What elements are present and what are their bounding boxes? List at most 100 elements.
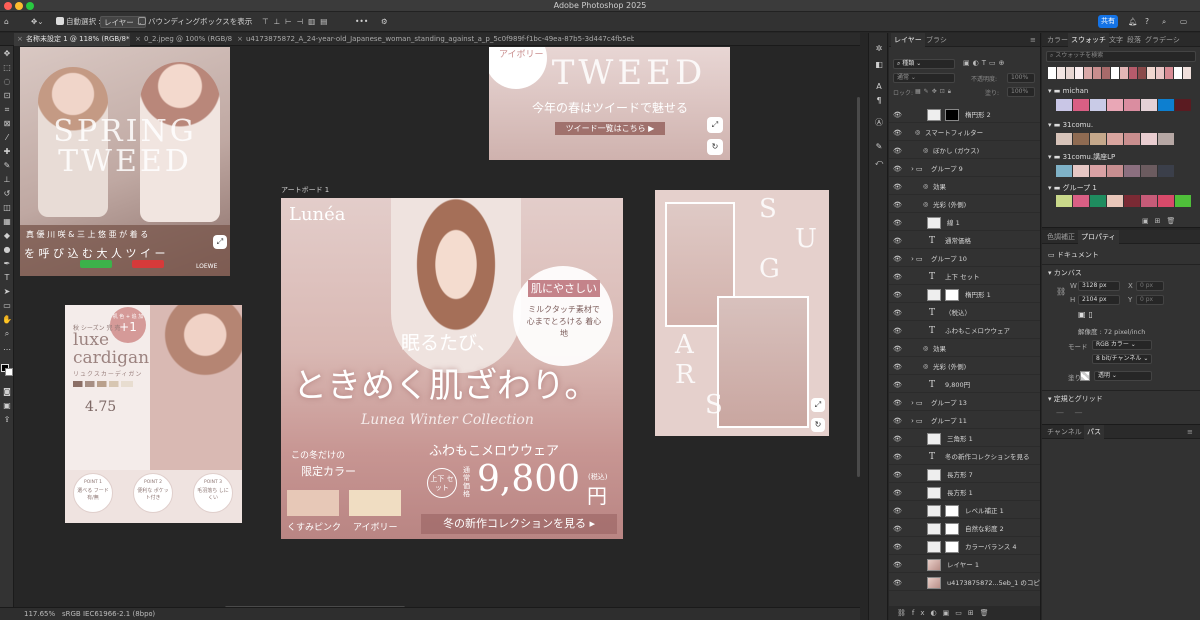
color-swatch[interactable] bbox=[1175, 195, 1191, 207]
lunea-banner[interactable]: Lunéa 肌にやさしい ミルクタッチ素材で 心までとろける 着心地 眠るたび、… bbox=[281, 198, 623, 539]
fill-field[interactable]: 100% bbox=[1007, 87, 1035, 97]
color-swatch[interactable] bbox=[1107, 133, 1123, 145]
color-swatch[interactable] bbox=[1141, 195, 1157, 207]
layer-row[interactable]: 👁︎ レイヤー 1 bbox=[889, 557, 1040, 573]
fill-swatch[interactable] bbox=[1080, 371, 1090, 381]
guides-section[interactable]: ▾ 定規とグリッド bbox=[1048, 394, 1103, 404]
color-swatch[interactable] bbox=[1111, 67, 1119, 79]
color-swatch[interactable] bbox=[1141, 133, 1157, 145]
more-options-icon[interactable]: ••• bbox=[355, 16, 368, 28]
kind-filter-dropdown[interactable]: ⌕ 種類 ⌄ bbox=[893, 59, 955, 69]
tab-brush[interactable]: ブラシ bbox=[923, 33, 950, 47]
align-buttons[interactable]: ⊤⊥⊢⊣▥▤ bbox=[262, 16, 332, 28]
close-tab-icon[interactable]: × bbox=[237, 33, 243, 46]
layer-row[interactable]: 👁︎ カラーバランス 4 bbox=[889, 539, 1040, 555]
color-swatch[interactable] bbox=[1066, 67, 1074, 79]
filter-icons[interactable]: ▣◐T▭⊕ bbox=[963, 59, 1007, 67]
color-swatch[interactable] bbox=[1084, 67, 1092, 79]
visibility-eye-icon[interactable]: 👁︎ bbox=[893, 377, 902, 393]
frame-tool-icon[interactable]: ⊠ bbox=[1, 118, 13, 129]
visibility-eye-icon[interactable]: 👁︎ bbox=[893, 125, 902, 141]
color-swatch[interactable] bbox=[1090, 133, 1106, 145]
tab-color[interactable]: カラー bbox=[1044, 33, 1071, 47]
close-tab-icon[interactable]: × bbox=[135, 33, 141, 46]
layer-row[interactable]: 👁︎ T 上下 セット bbox=[889, 269, 1040, 285]
visibility-eye-icon[interactable]: 👁︎ bbox=[893, 395, 902, 411]
bell-icon[interactable]: 🔔︎ bbox=[1128, 16, 1138, 28]
layer-row[interactable]: 👁︎ T （税込） bbox=[889, 305, 1040, 321]
gear-icon[interactable]: ⚙ bbox=[381, 16, 388, 28]
lasso-tool-icon[interactable]: ◌ bbox=[1, 76, 13, 87]
visibility-eye-icon[interactable]: 👁︎ bbox=[893, 287, 902, 303]
close-window-button[interactable] bbox=[4, 2, 12, 10]
color-swatch[interactable] bbox=[1124, 133, 1140, 145]
color-swatch[interactable] bbox=[1090, 195, 1106, 207]
expand-icon[interactable]: ⤢ bbox=[213, 235, 227, 249]
folder-icon[interactable]: › ▭ bbox=[911, 413, 923, 429]
layer-row[interactable]: 👁︎ › ▭ グループ 13 bbox=[889, 395, 1040, 411]
visibility-eye-icon[interactable]: 👁︎ bbox=[893, 485, 902, 501]
color-swatch[interactable] bbox=[1107, 195, 1123, 207]
link-icon[interactable]: ⛓ bbox=[1056, 287, 1066, 296]
minimize-window-button[interactable] bbox=[15, 2, 23, 10]
visibility-eye-icon[interactable]: 👁︎ bbox=[893, 521, 902, 537]
tab-properties[interactable]: プロパティ bbox=[1078, 230, 1119, 244]
tab-channels[interactable]: チャンネル bbox=[1044, 425, 1085, 439]
layer-row[interactable]: 👁︎ ◎ 光彩 (外側) bbox=[889, 359, 1040, 375]
layer-mask-thumbnail[interactable] bbox=[945, 505, 959, 517]
tab-gradient[interactable]: グラデーシ bbox=[1142, 33, 1183, 47]
visibility-eye-icon[interactable]: 👁︎ bbox=[893, 341, 902, 357]
color-swatch[interactable] bbox=[1156, 67, 1164, 79]
zoom-window-button[interactable] bbox=[26, 2, 34, 10]
layer-row[interactable]: 👁︎ › ▭ グループ 9 bbox=[889, 161, 1040, 177]
layer-mask-thumbnail[interactable] bbox=[945, 289, 959, 301]
color-swatch[interactable] bbox=[1107, 165, 1123, 177]
move-tool-icon[interactable]: ✥ bbox=[1, 48, 13, 59]
options-panel-icon[interactable]: ✲ bbox=[873, 43, 885, 54]
brush-settings-icon[interactable]: ✎ bbox=[873, 141, 885, 152]
visibility-eye-icon[interactable]: 👁︎ bbox=[893, 413, 902, 429]
color-swatch[interactable] bbox=[1175, 99, 1191, 111]
eraser-tool-icon[interactable]: ◫ bbox=[1, 202, 13, 213]
stamp-tool-icon[interactable]: ⊥ bbox=[1, 174, 13, 185]
swatch-search-input[interactable]: ⌕ スウォッチを検索 bbox=[1046, 51, 1196, 62]
color-swatch[interactable] bbox=[1090, 165, 1106, 177]
history-brush-icon[interactable]: ↺ bbox=[1, 188, 13, 199]
doc-tab-3[interactable]: × u4173875872_A_24-year-old_Japanese_woma… bbox=[234, 33, 634, 46]
color-swatch[interactable] bbox=[1107, 99, 1123, 111]
swatch-group-31comu[interactable]: ▾ ▬ 31comu. bbox=[1048, 121, 1093, 129]
color-swatch[interactable] bbox=[1073, 165, 1089, 177]
more-tools-icon[interactable]: ⋯ bbox=[1, 344, 13, 355]
gradient-tool-icon[interactable]: ▦ bbox=[1, 216, 13, 227]
effect-icon[interactable]: ◎ bbox=[923, 179, 928, 195]
layer-row[interactable]: 👁︎ ◎ 光彩 (外側) bbox=[889, 197, 1040, 213]
visibility-eye-icon[interactable]: 👁︎ bbox=[893, 431, 902, 447]
tab-character[interactable]: 文字 bbox=[1106, 33, 1126, 47]
layer-row[interactable]: 👁︎ T 通常価格 bbox=[889, 233, 1040, 249]
glyphs-icon[interactable]: Ⓐ bbox=[873, 117, 885, 128]
layer-row[interactable]: 👁︎ u4173875872...5eb_1 のコピー bbox=[889, 575, 1040, 591]
height-field[interactable]: 2104 px bbox=[1078, 295, 1120, 305]
layer-row[interactable]: 👁︎ T 冬の新作コレクションを見る bbox=[889, 449, 1040, 465]
visibility-eye-icon[interactable]: 👁︎ bbox=[893, 359, 902, 375]
expand-icon[interactable]: ⤢ bbox=[811, 398, 825, 412]
layer-mask-thumbnail[interactable] bbox=[945, 541, 959, 553]
color-swatch[interactable] bbox=[1147, 67, 1155, 79]
layer-row[interactable]: 👁︎ T 9,800円 bbox=[889, 377, 1040, 393]
visibility-eye-icon[interactable]: 👁︎ bbox=[893, 539, 902, 555]
tab-adjustments[interactable]: 色調補正 bbox=[1044, 230, 1078, 244]
dodge-tool-icon[interactable]: ● bbox=[1, 244, 13, 255]
background-color-swatch[interactable] bbox=[5, 368, 13, 376]
character-panel-icon[interactable]: A bbox=[873, 81, 885, 92]
orientation-icons[interactable]: ▣▯ bbox=[1078, 310, 1096, 319]
color-swatch[interactable] bbox=[1056, 133, 1072, 145]
panel-menu-icon[interactable]: ≡ bbox=[1184, 425, 1196, 439]
home-icon[interactable]: ⌂ bbox=[4, 16, 9, 28]
swatch-group-1[interactable]: ▾ ▬ グループ 1 bbox=[1048, 183, 1097, 193]
screen-mode-icon[interactable]: ▣ bbox=[1, 400, 13, 411]
workspace-icon[interactable]: ▭ bbox=[1180, 16, 1187, 28]
layer-row[interactable]: 👁︎ 楕円形 2 bbox=[889, 107, 1040, 123]
layer-row[interactable]: 👁︎ ◎ ぼかし (ガウス) bbox=[889, 143, 1040, 159]
brush-tool-icon[interactable]: ✎ bbox=[1, 160, 13, 171]
folder-icon[interactable]: › ▭ bbox=[911, 161, 923, 177]
